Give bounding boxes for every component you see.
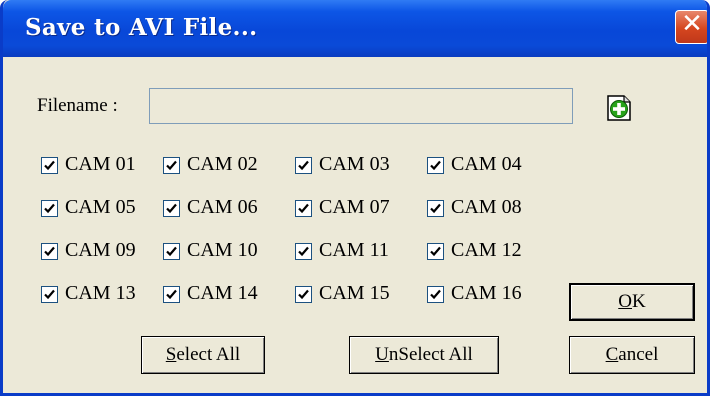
checkbox-box[interactable]	[295, 200, 312, 217]
cam-label: CAM 11	[319, 239, 389, 261]
checkmark-icon	[166, 289, 177, 300]
checkbox-box[interactable]	[41, 200, 58, 217]
save-avi-dialog: Save to AVI File... ✕ Filename : CAM 01 C…	[0, 0, 710, 396]
unselect-all-button[interactable]: UnSelect All	[349, 336, 499, 374]
cam-label: CAM 10	[187, 239, 258, 261]
checkmark-icon	[430, 160, 441, 171]
add-file-button[interactable]	[604, 93, 634, 123]
checkbox-box[interactable]	[41, 243, 58, 260]
checkmark-icon	[430, 289, 441, 300]
checkmark-icon	[44, 203, 55, 214]
checkmark-icon	[430, 246, 441, 257]
cancel-button[interactable]: Cancel	[569, 336, 695, 374]
checkmark-icon	[166, 203, 177, 214]
checkmark-icon	[430, 203, 441, 214]
checkbox-box[interactable]	[427, 243, 444, 260]
checkbox-box[interactable]	[295, 243, 312, 260]
checkbox-box[interactable]	[163, 200, 180, 217]
checkmark-icon	[298, 203, 309, 214]
close-button[interactable]: ✕	[675, 9, 707, 44]
checkmark-icon	[44, 246, 55, 257]
checkmark-icon	[44, 289, 55, 300]
cam-label: CAM 01	[65, 153, 136, 175]
checkbox-box[interactable]	[427, 200, 444, 217]
title-bar[interactable]: Save to AVI File... ✕	[3, 0, 707, 57]
cam-label: CAM 02	[187, 153, 258, 175]
checkbox-box[interactable]	[41, 286, 58, 303]
checkbox-box[interactable]	[163, 243, 180, 260]
checkbox-box[interactable]	[41, 157, 58, 174]
checkmark-icon	[166, 160, 177, 171]
cam-label: CAM 12	[451, 239, 522, 261]
cam-label: CAM 15	[319, 282, 390, 304]
cam-label: CAM 03	[319, 153, 390, 175]
cam-label: CAM 05	[65, 196, 136, 218]
checkbox-box[interactable]	[427, 286, 444, 303]
filename-input[interactable]	[149, 88, 573, 124]
checkmark-icon	[298, 246, 309, 257]
checkmark-icon	[44, 160, 55, 171]
cam-label: CAM 07	[319, 196, 390, 218]
cam-label: CAM 13	[65, 282, 136, 304]
filename-label: Filename :	[37, 95, 118, 116]
select-all-button[interactable]: Select All	[141, 336, 265, 374]
cam-label: CAM 08	[451, 196, 522, 218]
close-icon: ✕	[681, 9, 703, 39]
ok-button[interactable]: OK	[569, 283, 695, 321]
checkbox-box[interactable]	[163, 286, 180, 303]
checkbox-box[interactable]	[163, 157, 180, 174]
cam-label: CAM 16	[451, 282, 522, 304]
checkmark-icon	[166, 246, 177, 257]
checkbox-box[interactable]	[427, 157, 444, 174]
cam-label: CAM 06	[187, 196, 258, 218]
checkmark-icon	[298, 289, 309, 300]
add-file-icon	[607, 95, 631, 121]
checkmark-icon	[298, 160, 309, 171]
cam-label: CAM 04	[451, 153, 522, 175]
cam-label: CAM 09	[65, 239, 136, 261]
dialog-title: Save to AVI File...	[25, 14, 258, 41]
checkbox-box[interactable]	[295, 286, 312, 303]
checkbox-box[interactable]	[295, 157, 312, 174]
cam-label: CAM 14	[187, 282, 258, 304]
